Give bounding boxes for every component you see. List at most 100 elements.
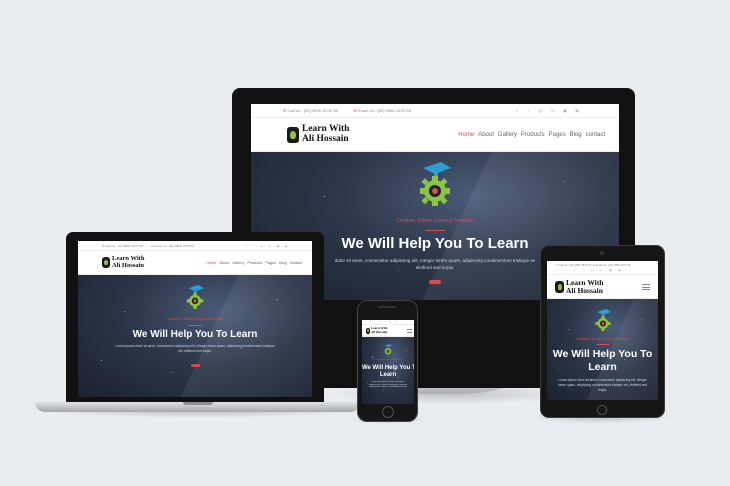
hero: Creative, Online Courses Template We Wil…: [547, 299, 658, 400]
envelope-icon: ✉: [150, 243, 154, 248]
hero-headline: We Will Help You To Learn: [362, 365, 414, 378]
google-plus-icon[interactable]: g+: [588, 268, 597, 272]
hero-subtitle: Creative, Online Courses Template: [396, 218, 474, 224]
tablet-home-button[interactable]: [597, 405, 607, 415]
menu-contact[interactable]: contact: [290, 261, 302, 265]
logo-line2: Ali Hossain: [302, 133, 349, 144]
hero-headline: We Will Help You To Learn: [552, 348, 653, 373]
tablet-camera: [600, 251, 604, 255]
topbar: ✆ Call Us : (62) 0896 1576718 ✉ Email Us…: [547, 261, 658, 275]
main-menu: Home About Gallery Products Pages Blog c…: [203, 261, 302, 265]
navbar: Learn With Ali Hossain: [362, 325, 414, 337]
rss-icon[interactable]: ◉: [571, 108, 583, 113]
facebook-icon[interactable]: f: [570, 268, 579, 272]
gear-logo-icon: [383, 344, 393, 355]
site-logo[interactable]: Learn With Ali Hossain: [366, 327, 388, 334]
call-info: ✆ Call Us : (62) 0896 1576718: [283, 108, 338, 113]
hero-text: Lorem ipsum dolor sit amet, consectetur …: [368, 381, 408, 389]
hero-button[interactable]: [429, 280, 441, 284]
menu-pages[interactable]: Pages: [549, 132, 566, 138]
menu-about[interactable]: About: [219, 261, 229, 265]
linkedin-icon[interactable]: in: [266, 244, 274, 248]
linkedin-icon[interactable]: in: [393, 321, 398, 323]
google-plus-icon[interactable]: g+: [258, 244, 266, 248]
hero-divider: [425, 230, 445, 231]
email-info: ✉ Email Us : (62) 0896 1576718: [353, 108, 412, 113]
hero-subtitle: Creative, Online Courses Template: [576, 337, 629, 341]
hero: Creative, Online Courses Template We Wil…: [362, 337, 414, 404]
twitter-icon[interactable]: t: [523, 108, 535, 113]
gear-logo-icon: [415, 162, 455, 206]
phone-home-button[interactable]: [382, 406, 394, 418]
twitter-icon[interactable]: t: [250, 244, 258, 248]
menu-pages[interactable]: Pages: [265, 261, 276, 265]
hamburger-menu-icon[interactable]: [642, 283, 650, 290]
menu-gallery[interactable]: Gallery: [498, 132, 517, 138]
hero: Creative, Online Courses Template We Wil…: [78, 275, 312, 397]
google-plus-icon[interactable]: g+: [535, 108, 547, 113]
social-links: f t g+ in ▣ ◉: [570, 268, 624, 272]
instagram-icon[interactable]: ▣: [606, 268, 615, 272]
topbar: ✆ Call Us : (62) 0896 1576718 ✉ Email Us…: [78, 241, 312, 251]
menu-about[interactable]: About: [478, 132, 494, 138]
phone-icon: ✆: [283, 108, 287, 113]
logo-line2: Ali Hossain: [566, 285, 603, 295]
main-menu: Home About Gallery Products Pages Blog c…: [454, 132, 605, 138]
navbar: Learn With Ali Hossain Home About Galler…: [78, 251, 312, 275]
hero-headline: We Will Help You To Learn: [132, 329, 258, 340]
logo-flask-icon: [287, 126, 299, 143]
logo-flask-icon: [366, 327, 370, 334]
menu-blog[interactable]: Blog: [570, 132, 582, 138]
social-links: f t g+ in ▣ ◉: [511, 108, 583, 113]
linkedin-icon[interactable]: in: [547, 108, 559, 113]
social-links: f t g+ in ▣ ◉: [242, 244, 290, 248]
menu-blog[interactable]: Blog: [279, 261, 287, 265]
navbar: Learn With Ali Hossain Home About Galler…: [251, 118, 619, 152]
facebook-icon[interactable]: f: [511, 108, 523, 113]
menu-products[interactable]: Products: [521, 132, 545, 138]
rss-icon[interactable]: ◉: [615, 268, 624, 272]
logo-flask-icon: [555, 280, 564, 293]
site-logo[interactable]: Learn With Ali Hossain: [102, 255, 144, 269]
facebook-icon[interactable]: f: [242, 244, 250, 248]
envelope-icon: ✉: [353, 108, 357, 113]
laptop-screen: ✆ Call Us : (62) 0896 1576718 ✉ Email Us…: [78, 241, 312, 397]
hero-divider: [188, 325, 202, 326]
hero-text: Lorem ipsum dolor sit amet, consectetur …: [115, 344, 275, 353]
instagram-icon[interactable]: ▣: [559, 108, 571, 113]
site-logo[interactable]: Learn With Ali Hossain: [287, 125, 349, 143]
hero-button[interactable]: [190, 364, 200, 367]
linkedin-icon[interactable]: in: [597, 268, 606, 272]
twitter-icon[interactable]: t: [579, 268, 588, 272]
gear-logo-icon: [593, 309, 613, 331]
envelope-icon: ✉: [592, 263, 596, 267]
rss-icon[interactable]: ◉: [282, 244, 290, 248]
logo-line2: Ali Hossain: [112, 261, 144, 269]
laptop-notch: [183, 402, 213, 405]
menu-gallery[interactable]: Gallery: [232, 261, 244, 265]
menu-contact[interactable]: contact: [586, 132, 605, 138]
email-info: ✉ Email Us : (62) 0896 1576718: [150, 243, 195, 248]
call-info: ✆ Call Us : (62) 0896 1576718 ✉ Email Us…: [556, 263, 631, 267]
logo-line2: Ali Hossain: [371, 329, 388, 334]
site-logo[interactable]: Learn With Ali Hossain: [555, 279, 603, 295]
phone-icon: ✆: [556, 263, 559, 267]
logo-flask-icon: [102, 257, 110, 268]
phone-screen: f t g in Learn With Ali Hossain Creative…: [362, 320, 414, 404]
menu-home[interactable]: Home: [458, 132, 474, 138]
social-links: f t g in: [378, 321, 398, 323]
hero-subtitle: Creative, Online Courses Template: [372, 359, 404, 361]
navbar: Learn With Ali Hossain: [547, 275, 658, 299]
phone-icon: ✆: [102, 243, 105, 248]
menu-products[interactable]: Products: [247, 261, 262, 265]
tablet-screen: ✆ Call Us : (62) 0896 1576718 ✉ Email Us…: [547, 261, 658, 400]
hero-text: Lorem ipsum dolor sit amet, consectetur …: [558, 378, 647, 392]
phone-speaker: [378, 306, 396, 308]
hero-text: dolor sit amet, consectetur adipiscing e…: [334, 258, 536, 270]
call-info: ✆ Call Us : (62) 0896 1576718: [102, 243, 143, 248]
hero-subtitle: Creative, Online Courses Template: [167, 317, 223, 321]
menu-home[interactable]: Home: [206, 261, 216, 265]
hero-divider: [596, 344, 609, 345]
instagram-icon[interactable]: ▣: [274, 244, 282, 248]
hamburger-menu-icon[interactable]: [407, 328, 412, 333]
